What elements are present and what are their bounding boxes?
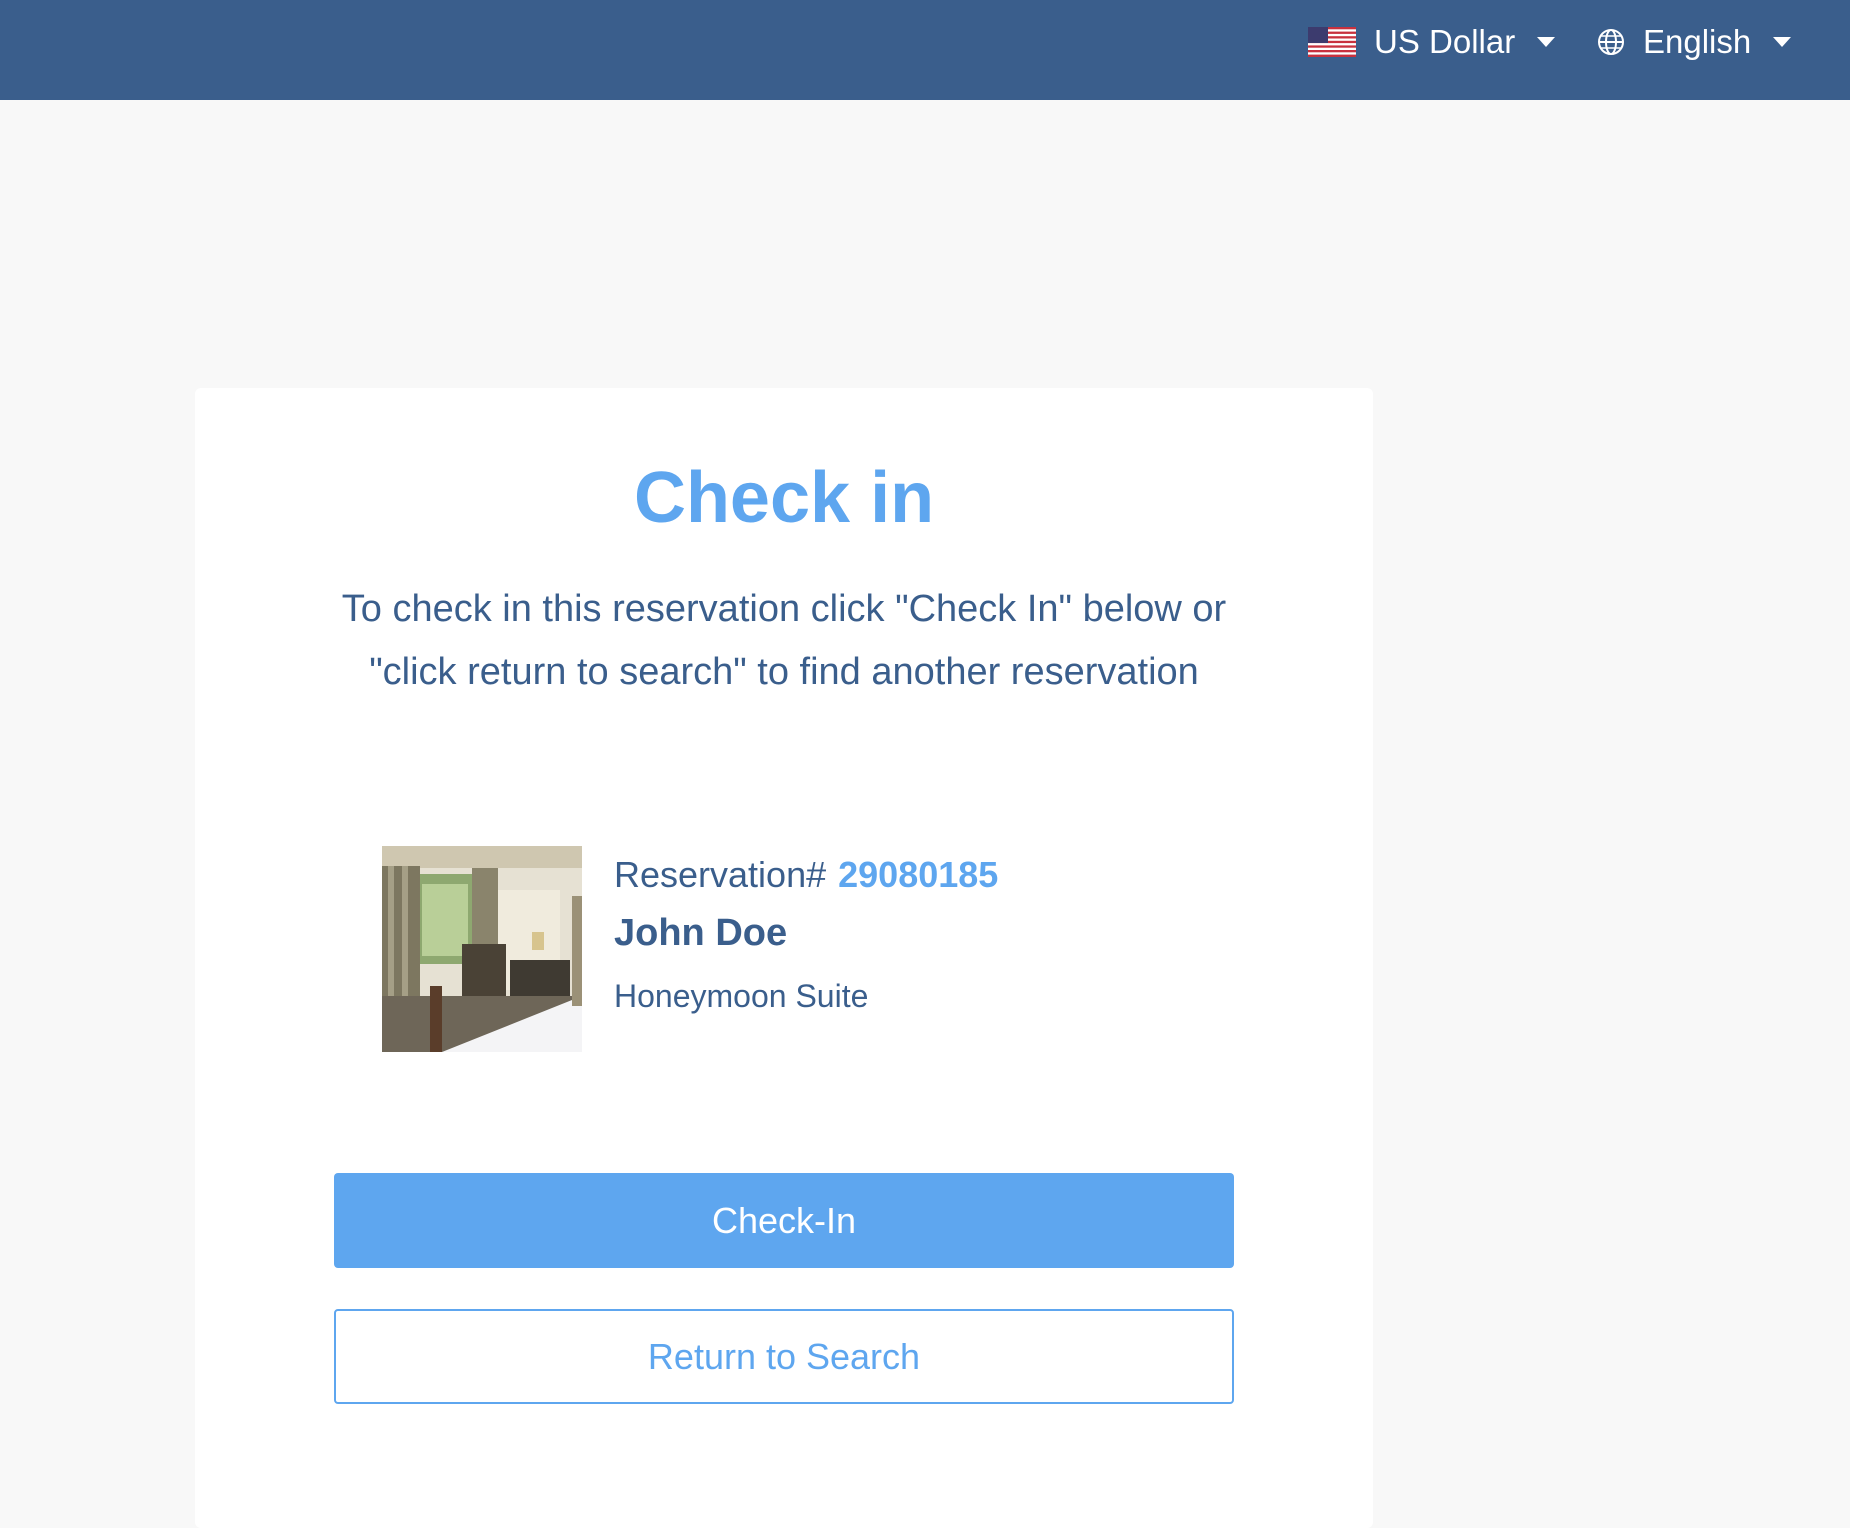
reservation-number-line: Reservation# 29080185 — [614, 850, 998, 900]
page-title: Check in — [633, 458, 935, 538]
reservation-number: 29080185 — [838, 854, 999, 895]
checkin-instructions: To check in this reservation click "Chec… — [341, 588, 1227, 693]
chevron-down-icon — [1537, 37, 1556, 47]
room-photo — [382, 846, 582, 1052]
currency-selector[interactable]: US Dollar — [1308, 0, 1556, 84]
room-type: Honeymoon Suite — [614, 978, 869, 1014]
chevron-down-icon — [1773, 37, 1792, 47]
currency-label: US Dollar — [1374, 23, 1516, 60]
globe-icon — [1598, 29, 1624, 55]
guest-name: John Doe — [614, 912, 788, 954]
language-label: English — [1643, 23, 1752, 60]
reservation-label: Reservation# — [614, 854, 827, 895]
top-bar: US Dollar English — [0, 0, 1850, 100]
language-selector[interactable]: English — [1597, 0, 1792, 84]
check-in-button[interactable]: Check-In — [334, 1173, 1234, 1268]
return-to-search-button[interactable]: Return to Search — [334, 1309, 1234, 1404]
us-flag-icon — [1308, 27, 1356, 57]
